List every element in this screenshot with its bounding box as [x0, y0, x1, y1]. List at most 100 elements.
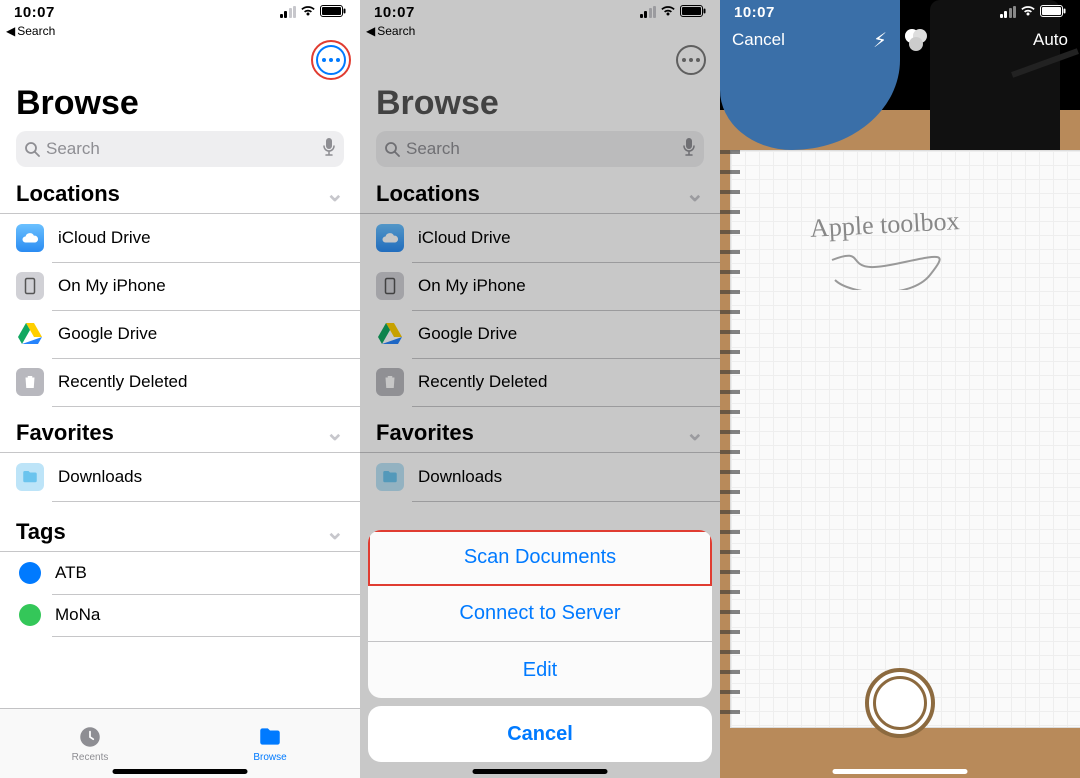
- row-label: Recently Deleted: [418, 372, 547, 392]
- page-title: Browse: [360, 80, 720, 131]
- camera-viewfinder: Apple toolbox: [720, 0, 1080, 778]
- row-label: Google Drive: [418, 324, 517, 344]
- action-edit[interactable]: Edit: [368, 642, 712, 698]
- favorite-row-downloads[interactable]: Downloads: [0, 453, 360, 501]
- row-label: Google Drive: [58, 324, 157, 344]
- row-label: Recently Deleted: [58, 372, 187, 392]
- cellular-signal-icon: [640, 7, 657, 18]
- action-connect-to-server[interactable]: Connect to Server: [368, 586, 712, 642]
- trash-icon: [16, 368, 44, 396]
- more-button[interactable]: [676, 45, 706, 75]
- locations-list: iCloud Drive On My iPhone Google Drive R…: [0, 213, 360, 406]
- tab-bar: Recents Browse: [0, 708, 360, 778]
- location-row-on-my-iphone[interactable]: On My iPhone: [360, 262, 720, 310]
- status-indicators: [1000, 4, 1067, 21]
- row-label: ATB: [55, 563, 87, 583]
- action-sheet: Scan Documents Connect to Server Edit Ca…: [368, 530, 712, 762]
- row-label: On My iPhone: [418, 276, 526, 296]
- row-label: iCloud Drive: [58, 228, 151, 248]
- section-header-favorites[interactable]: Favorites ⌄: [360, 420, 720, 452]
- google-drive-icon: [16, 320, 44, 348]
- tag-color-dot: [19, 562, 41, 584]
- location-row-google-drive[interactable]: Google Drive: [0, 310, 360, 358]
- battery-icon: [320, 4, 346, 21]
- annotation-highlight: [311, 40, 351, 80]
- search-field[interactable]: [16, 131, 344, 167]
- clock-icon: [77, 724, 103, 750]
- row-label: iCloud Drive: [418, 228, 511, 248]
- favorite-row-downloads[interactable]: Downloads: [360, 453, 720, 501]
- battery-icon: [680, 4, 706, 21]
- chevron-down-icon: ⌄: [326, 519, 344, 545]
- section-title: Favorites: [16, 420, 114, 446]
- iphone-icon: [376, 272, 404, 300]
- section-header-favorites[interactable]: Favorites ⌄: [0, 420, 360, 452]
- tab-recents[interactable]: Recents: [0, 709, 180, 778]
- status-bar: 10:07: [360, 0, 720, 24]
- section-title: Favorites: [376, 420, 474, 446]
- cloud-icon: [16, 224, 44, 252]
- scene-notebook-spiral: [720, 150, 740, 728]
- wifi-icon: [660, 4, 676, 21]
- search-input[interactable]: [46, 139, 316, 159]
- tag-row-atb[interactable]: ATB: [0, 552, 360, 594]
- home-indicator[interactable]: [113, 769, 248, 774]
- action-scan-documents[interactable]: Scan Documents: [368, 530, 712, 586]
- action-sheet-group: Scan Documents Connect to Server Edit: [368, 530, 712, 698]
- camera-mode-auto[interactable]: Auto: [1033, 30, 1068, 50]
- battery-icon: [1040, 4, 1066, 21]
- section-header-locations[interactable]: Locations ⌄: [360, 181, 720, 213]
- status-indicators: [280, 4, 347, 21]
- filters-icon[interactable]: [905, 29, 927, 51]
- ellipsis-icon: [682, 58, 700, 62]
- scene-scribble: [830, 250, 950, 290]
- shutter-button[interactable]: [865, 668, 935, 738]
- search-field[interactable]: [376, 131, 704, 167]
- home-indicator[interactable]: [473, 769, 608, 774]
- back-chevron-icon: ◀: [6, 24, 15, 38]
- flash-icon[interactable]: ⚡︎: [873, 28, 887, 53]
- status-bar: 10:07: [0, 0, 360, 24]
- section-title: Locations: [376, 181, 480, 207]
- section-header-tags[interactable]: Tags ⌄: [0, 519, 360, 551]
- location-row-icloud[interactable]: iCloud Drive: [360, 214, 720, 262]
- location-row-recently-deleted[interactable]: Recently Deleted: [0, 358, 360, 406]
- tag-row-mona[interactable]: MoNa: [0, 594, 360, 636]
- search-icon: [384, 141, 400, 157]
- dictation-icon[interactable]: [682, 137, 696, 162]
- row-label: MoNa: [55, 605, 100, 625]
- phone-action-sheet: 10:07 ◀ Search Browse Locations ⌄: [360, 0, 720, 778]
- row-label: Downloads: [418, 467, 502, 487]
- favorites-list: Downloads: [360, 452, 720, 501]
- more-button[interactable]: [316, 45, 346, 75]
- search-input[interactable]: [406, 139, 676, 159]
- tab-browse[interactable]: Browse: [180, 709, 360, 778]
- location-row-recently-deleted[interactable]: Recently Deleted: [360, 358, 720, 406]
- back-nav[interactable]: ◀ Search: [0, 24, 360, 40]
- tag-color-dot: [19, 604, 41, 626]
- cloud-icon: [376, 224, 404, 252]
- screen-2-bg: 10:07 ◀ Search Browse Locations ⌄: [360, 0, 720, 501]
- row-label: Downloads: [58, 467, 142, 487]
- cellular-signal-icon: [280, 7, 297, 18]
- location-row-on-my-iphone[interactable]: On My iPhone: [0, 262, 360, 310]
- search-icon: [24, 141, 40, 157]
- tab-label: Recents: [72, 752, 109, 763]
- section-title: Tags: [16, 519, 66, 545]
- chevron-down-icon: ⌄: [686, 420, 704, 446]
- section-title: Locations: [16, 181, 120, 207]
- dictation-icon[interactable]: [322, 137, 336, 162]
- location-row-google-drive[interactable]: Google Drive: [360, 310, 720, 358]
- section-header-locations[interactable]: Locations ⌄: [0, 181, 360, 213]
- status-time: 10:07: [14, 4, 55, 21]
- location-row-icloud[interactable]: iCloud Drive: [0, 214, 360, 262]
- action-cancel[interactable]: Cancel: [368, 706, 712, 762]
- back-nav[interactable]: ◀ Search: [360, 24, 720, 40]
- status-bar: 10:07: [720, 0, 1080, 24]
- home-indicator[interactable]: [833, 769, 968, 774]
- status-time: 10:07: [734, 4, 775, 21]
- camera-cancel-button[interactable]: Cancel: [732, 30, 785, 50]
- chevron-down-icon: ⌄: [686, 181, 704, 207]
- wifi-icon: [1020, 4, 1036, 21]
- iphone-icon: [16, 272, 44, 300]
